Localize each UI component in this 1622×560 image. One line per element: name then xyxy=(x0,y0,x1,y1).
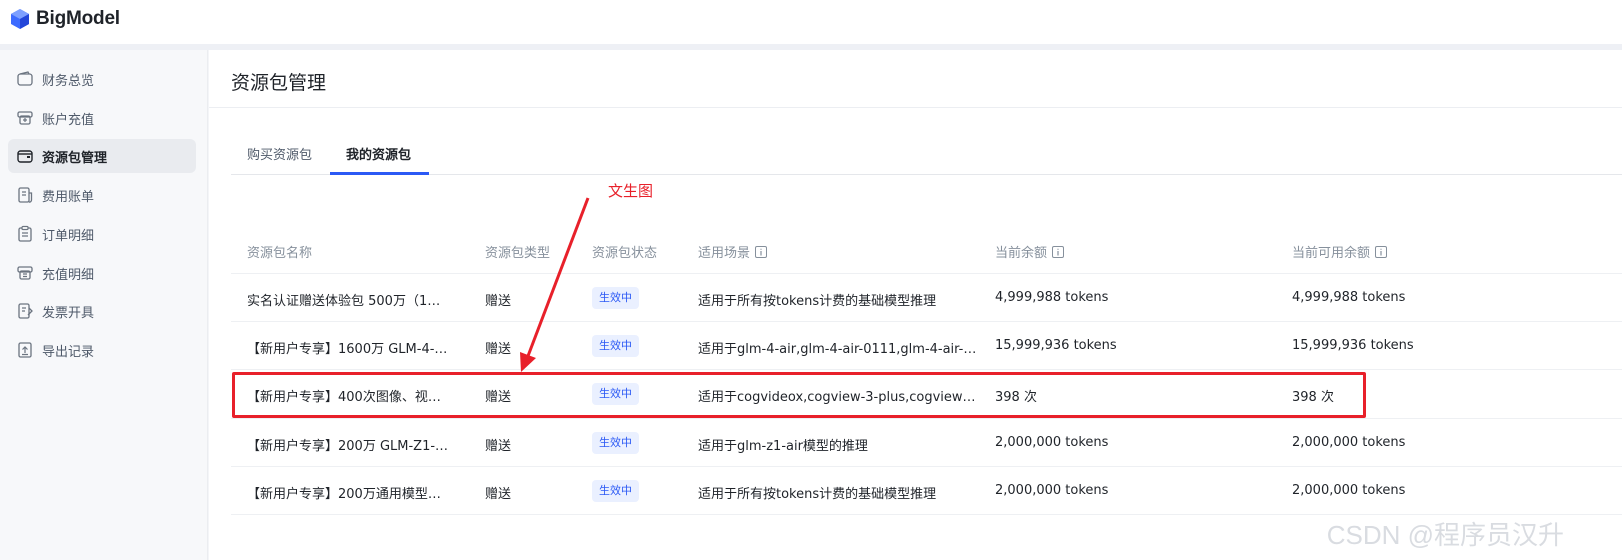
cell-available-balance: 2,000,000 tokens xyxy=(1292,483,1406,498)
recharge-icon xyxy=(16,109,34,127)
status-badge: 生效中 xyxy=(592,383,639,405)
cell-package-name[interactable]: 【新用户专享】400次图像、视… xyxy=(247,386,441,405)
column-header-name: 资源包名称 xyxy=(247,246,313,261)
info-icon[interactable] xyxy=(1052,245,1065,258)
status-badge: 生效中 xyxy=(592,287,639,309)
cell-available-balance: 4,999,988 tokens xyxy=(1292,290,1406,305)
sidebar-item-order-details[interactable]: 订单明细 xyxy=(8,217,196,251)
recharge-detail-icon xyxy=(16,264,34,282)
cell-package-name[interactable]: 【新用户专享】200万 GLM-Z1-… xyxy=(247,435,448,454)
sidebar-item-label: 导出记录 xyxy=(42,344,95,360)
cell-scope: 适用于cogvideox,cogview-3-plus,cogview… xyxy=(698,390,976,405)
sidebar-item-label: 发票开具 xyxy=(42,305,95,321)
order-icon xyxy=(16,225,34,243)
wallet-icon xyxy=(16,70,34,88)
page-title: 资源包管理 xyxy=(231,72,327,94)
cell-package-type: 赠送 xyxy=(485,390,512,405)
cell-package-type: 赠送 xyxy=(485,439,512,454)
sidebar-item-export-records[interactable]: 导出记录 xyxy=(8,333,196,367)
cell-package-name[interactable]: 实名认证赠送体验包 500万（1… xyxy=(247,290,440,309)
column-header-balance: 当前余额 xyxy=(995,242,1065,261)
cell-available-balance: 15,999,936 tokens xyxy=(1292,338,1414,353)
annotation-label: 文生图 xyxy=(608,182,654,200)
tab-bar: 购买资源包 我的资源包 xyxy=(231,136,1622,175)
cell-balance: 2,000,000 tokens xyxy=(995,483,1109,498)
row-divider xyxy=(231,273,1622,274)
cell-balance: 2,000,000 tokens xyxy=(995,435,1109,450)
status-badge: 生效中 xyxy=(592,480,639,502)
active-tab-indicator xyxy=(330,172,429,175)
package-icon xyxy=(16,147,34,165)
column-header-status: 资源包状态 xyxy=(592,246,658,261)
row-divider xyxy=(231,369,1622,370)
sidebar-item-bills[interactable]: 费用账单 xyxy=(8,178,196,212)
row-divider xyxy=(231,418,1622,419)
cell-balance: 15,999,936 tokens xyxy=(995,338,1117,353)
sidebar-item-recharge[interactable]: 账户充值 xyxy=(8,101,196,135)
sidebar: 财务总览 账户充值 资源包管理 费用账单 订单明细 充值明细 发票开具 导出记录 xyxy=(0,50,208,560)
sidebar-item-label: 订单明细 xyxy=(42,228,95,244)
sidebar-item-package-management[interactable]: 资源包管理 xyxy=(8,139,196,173)
sidebar-item-invoice[interactable]: 发票开具 xyxy=(8,294,196,328)
cell-package-name[interactable]: 【新用户专享】1600万 GLM-4-… xyxy=(247,338,447,357)
column-header-type: 资源包类型 xyxy=(485,246,551,261)
sidebar-item-label: 资源包管理 xyxy=(42,150,108,166)
cell-available-balance: 398 次 xyxy=(1292,390,1334,405)
info-icon[interactable] xyxy=(755,245,768,258)
bigmodel-logo-icon xyxy=(11,9,29,29)
cell-package-type: 赠送 xyxy=(485,294,512,309)
logo-text: BigModel xyxy=(36,8,120,29)
cell-package-type: 赠送 xyxy=(485,342,512,357)
status-badge: 生效中 xyxy=(592,335,639,357)
invoice-icon xyxy=(16,302,34,320)
watermark: CSDN @程序员汉升 xyxy=(1326,520,1564,550)
bill-icon xyxy=(16,186,34,204)
status-badge: 生效中 xyxy=(592,432,639,454)
cell-balance: 398 次 xyxy=(995,390,1037,405)
cell-scope: 适用于所有按tokens计费的基础模型推理 xyxy=(698,294,937,309)
row-divider xyxy=(231,321,1622,322)
row-divider xyxy=(231,466,1622,467)
sidebar-item-label: 充值明细 xyxy=(42,267,95,283)
cell-scope: 适用于glm-4-air,glm-4-air-0111,glm-4-air-… xyxy=(698,342,977,357)
cell-package-type: 赠送 xyxy=(485,487,512,502)
column-header-scope: 适用场景 xyxy=(698,242,768,261)
logo[interactable]: BigModel xyxy=(10,8,120,30)
sidebar-item-finance-overview[interactable]: 财务总览 xyxy=(8,62,196,96)
tab-my-packages[interactable]: 我的资源包 xyxy=(346,144,411,163)
cell-balance: 4,999,988 tokens xyxy=(995,290,1109,305)
info-icon[interactable] xyxy=(1375,245,1388,258)
cell-available-balance: 2,000,000 tokens xyxy=(1292,435,1406,450)
sidebar-item-label: 财务总览 xyxy=(42,73,95,89)
cell-scope: 适用于所有按tokens计费的基础模型推理 xyxy=(698,487,937,502)
column-header-available-balance: 当前可用余额 xyxy=(1292,242,1388,261)
sidebar-item-label: 账户充值 xyxy=(42,112,95,128)
cell-scope: 适用于glm-z1-air模型的推理 xyxy=(698,439,868,454)
sidebar-item-recharge-details[interactable]: 充值明细 xyxy=(8,256,196,290)
tab-buy-package[interactable]: 购买资源包 xyxy=(247,144,312,163)
cell-package-name[interactable]: 【新用户专享】200万通用模型… xyxy=(247,483,441,502)
sidebar-item-label: 费用账单 xyxy=(42,189,95,205)
export-icon xyxy=(16,341,34,359)
top-bar: BigModel xyxy=(0,0,1622,44)
title-divider xyxy=(209,107,1622,108)
